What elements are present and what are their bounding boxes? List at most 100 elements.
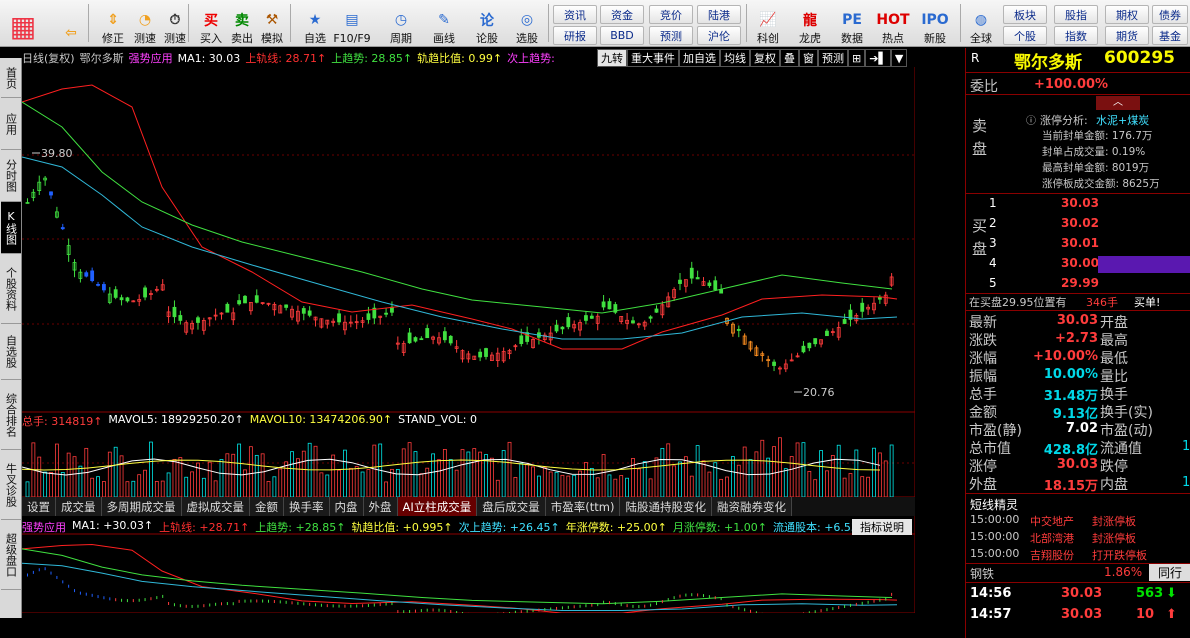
quick-button[interactable]: 研报 <box>553 26 597 45</box>
hot-icon: HOT <box>876 12 910 28</box>
chart-tool-button[interactable]: 重大事件 <box>627 49 679 67</box>
windows-button[interactable]: ▦ <box>6 2 40 45</box>
period-label[interactable]: 日线(复权) <box>22 50 75 66</box>
speed-button[interactable]: ◔ 测速 <box>128 2 162 45</box>
up-down-button[interactable]: ⇕ 修正 <box>96 2 130 45</box>
quick-button[interactable]: 债券 <box>1152 5 1188 24</box>
quick-button[interactable]: 资金 <box>600 5 644 24</box>
indicator-tab[interactable]: 多周期成交量 <box>101 497 182 516</box>
indicator-tab[interactable]: 外盘 <box>363 497 398 516</box>
sidebar-tab[interactable]: 超级盘口 <box>1 520 21 590</box>
sidebar-tab[interactable]: 分时图 <box>1 150 21 202</box>
quick-button[interactable]: 预测 <box>649 26 693 45</box>
sidebar-tab[interactable]: 牛叉诊股 <box>1 450 21 520</box>
chart-button[interactable]: 📈 科创 <box>751 2 785 45</box>
buy-button[interactable]: 买买入 <box>194 2 228 45</box>
sell-button[interactable]: 卖卖出 <box>225 2 259 45</box>
back-arrow-button[interactable]: ⇦ <box>54 2 88 45</box>
mavol10-value: MAVOL10: 13474206.90↑ <box>249 413 393 426</box>
indicator-tab[interactable]: AI立柱成交量 <box>397 497 478 516</box>
news-event[interactable]: 封涨停板 <box>1092 530 1136 546</box>
star-button[interactable]: ★ 自选 <box>298 2 332 45</box>
volume-bar <box>260 453 265 498</box>
pe-button[interactable]: PE 数据 <box>835 2 869 45</box>
chart-tool-button[interactable]: 窗 <box>799 49 818 67</box>
indicator-tab[interactable]: 盘后成交量 <box>477 497 546 516</box>
quick-button[interactable]: 个股 <box>1003 26 1047 45</box>
volume-bar <box>707 471 712 498</box>
news-event[interactable]: 打开跌停板 <box>1092 547 1147 563</box>
indicator-name[interactable]: 强势应用 <box>129 50 173 66</box>
f10-button[interactable]: ▤ F10/F9 <box>333 2 371 45</box>
quick-button[interactable]: 陆港 <box>697 5 741 24</box>
chart-tool-button[interactable]: 预测 <box>818 49 848 67</box>
quick-button[interactable]: 资讯 <box>553 5 597 24</box>
volume-bar <box>319 472 324 498</box>
news-stock[interactable]: 中交地产 <box>1030 513 1074 529</box>
volume-bar <box>501 450 506 498</box>
clock-button[interactable]: ⏱ 测速 <box>158 2 192 45</box>
quick-button[interactable]: 期货 <box>1105 26 1149 45</box>
pen-button[interactable]: ✎ 画线 <box>427 2 461 45</box>
hot-button[interactable]: HOT 热点 <box>876 2 910 45</box>
indicator-explain-button[interactable]: 指标说明 <box>852 519 912 535</box>
peer-button[interactable]: 同行 <box>1149 564 1190 581</box>
chart-tool-button[interactable]: 均线 <box>720 49 750 67</box>
indicator-tab[interactable]: 融资融券变化 <box>711 497 792 516</box>
quick-button[interactable]: 沪伦 <box>697 26 741 45</box>
sidebar-tab[interactable]: 自选股 <box>1 324 21 380</box>
sidebar-tab[interactable]: 首页 <box>1 58 21 98</box>
select-button[interactable]: ◎ 选股 <box>510 2 544 45</box>
period-button[interactable]: ◷ 周期 <box>384 2 418 45</box>
news-event[interactable]: 封涨停板 <box>1092 513 1136 529</box>
indicator-tab[interactable]: 虚拟成交量 <box>181 497 250 516</box>
sidebar-tab[interactable]: 综合排名 <box>1 380 21 450</box>
talk-button[interactable]: 论论股 <box>470 2 504 45</box>
sector-name[interactable]: 钢铁 <box>970 565 994 582</box>
news-time[interactable]: 15:00:00 <box>970 530 1019 543</box>
chart-tool-button[interactable]: ▼ <box>890 49 908 67</box>
indicator-tab[interactable]: 换手率 <box>284 497 330 516</box>
lower-red-line <box>22 543 898 613</box>
quick-button[interactable]: 指数 <box>1054 26 1098 45</box>
news-stock[interactable]: 吉翔股份 <box>1030 547 1074 563</box>
indicator-tab[interactable]: 内盘 <box>329 497 364 516</box>
limit-info-line: 封单占成交量: 0.19% <box>1042 146 1146 158</box>
indicator-tab[interactable]: 市盈率(ttm) <box>545 497 621 516</box>
toolbar-separator <box>960 4 961 42</box>
indicator-tab[interactable]: 成交量 <box>56 497 102 516</box>
dragon-button[interactable]: 龍龙虎 <box>793 2 827 45</box>
volume-bar <box>678 461 682 498</box>
sidebar-tab[interactable]: 个股资料 <box>1 254 21 324</box>
volume-bar <box>284 461 289 498</box>
quick-button[interactable]: 期权 <box>1105 5 1149 24</box>
chart-tool-button[interactable]: ⊞ <box>848 49 866 67</box>
sector-pct: 1.86% <box>1104 565 1143 579</box>
chart-tool-button[interactable]: 九转 <box>597 49 627 67</box>
indicator-tab[interactable]: 金额 <box>250 497 284 516</box>
news-time[interactable]: 15:00:00 <box>970 547 1019 560</box>
weibi-label: 委比 <box>970 79 998 95</box>
quick-button[interactable]: 板块 <box>1003 5 1047 24</box>
sidebar-tab[interactable]: 应用 <box>1 98 21 150</box>
quick-button[interactable]: BBD <box>600 26 644 45</box>
quick-button[interactable]: 基金 <box>1152 26 1188 45</box>
sidebar-tab[interactable]: K线图 <box>1 202 21 254</box>
globe-button[interactable]: ◍ 全球 <box>964 2 998 45</box>
chart-tool-button[interactable]: ➔▌ <box>865 49 891 67</box>
ipo-button[interactable]: IPO 新股 <box>918 2 952 45</box>
news-time[interactable]: 15:00:00 <box>970 513 1019 526</box>
indicator-tab[interactable]: 设置 <box>22 497 56 516</box>
indicator-tab[interactable]: 陆股通持股变化 <box>620 497 712 516</box>
hammer-button[interactable]: ⚒ 模拟 <box>255 2 289 45</box>
volume-bar <box>431 453 436 498</box>
candle-body <box>860 302 865 312</box>
collapse-icon[interactable]: ︿ <box>1096 96 1140 110</box>
quick-button[interactable]: 股指 <box>1054 5 1098 24</box>
chart-tool-button[interactable]: 加自选 <box>679 49 720 67</box>
chart-tool-button[interactable]: 复权 <box>750 49 780 67</box>
chart-tool-button[interactable]: 叠 <box>780 49 799 67</box>
news-stock[interactable]: 北部湾港 <box>1030 530 1074 546</box>
quick-button[interactable]: 竞价 <box>649 5 693 24</box>
toolbar-label: F10/F9 <box>333 32 371 45</box>
